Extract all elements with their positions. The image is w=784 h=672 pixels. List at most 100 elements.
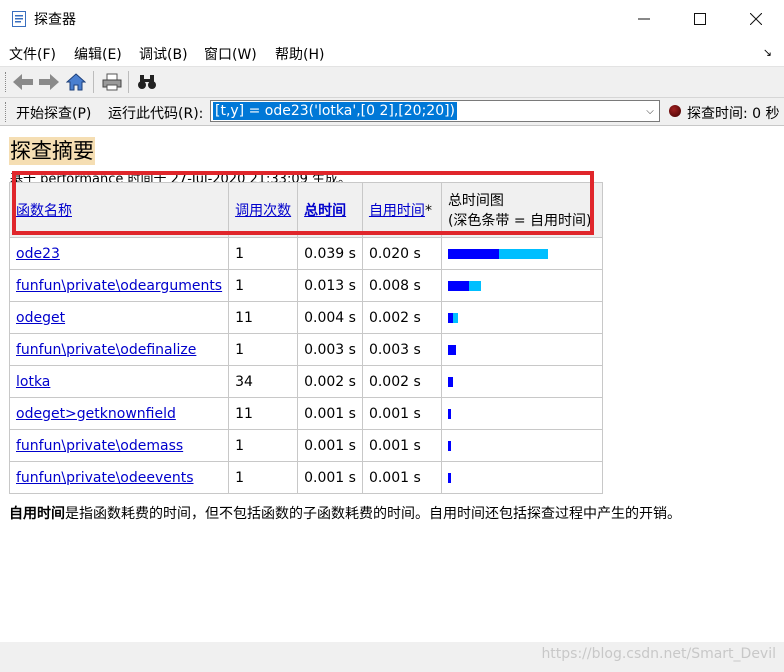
time-bar — [447, 344, 596, 355]
function-name-cell: lotka — [8, 365, 230, 398]
function-link[interactable]: odeget — [16, 310, 65, 326]
plot-header-line1: 总时间图 — [447, 193, 504, 209]
function-link[interactable]: ode23 — [16, 246, 60, 262]
runbar-grip[interactable] — [5, 102, 8, 122]
total-time-cell: 0.001 s — [297, 397, 363, 430]
function-link[interactable]: funfun\private\odefinalize — [16, 342, 196, 358]
self-time-footnote-mark: * — [424, 203, 432, 219]
time-plot-cell — [440, 429, 603, 462]
title-bar: 探查器 — [0, 0, 784, 38]
run-bar: 开始探查(P) 运行此代码(R): [t,y] = ode23('lotka',… — [0, 98, 784, 126]
menu-debug[interactable]: 调试(B) — [139, 44, 188, 64]
table-row: funfun\private\odefinalize 1 0.003 s 0.003 … — [8, 333, 603, 366]
self-time-cell: 0.002 s — [361, 301, 442, 334]
document-icon — [12, 11, 26, 27]
printer-icon — [102, 73, 122, 91]
chevron-down-icon[interactable]: ⌵ — [641, 101, 659, 121]
function-name-cell: funfun\private\odeevents — [8, 461, 230, 494]
calls-cell: 11 — [228, 397, 299, 430]
plot-header-line2: (深色条带 = 自用时间) — [447, 213, 592, 229]
children-time-bar — [468, 280, 481, 291]
menu-bar: 文件(F) 编辑(E) 调试(B) 窗口(W) 帮助(H) ↘ — [0, 38, 784, 67]
menu-help[interactable]: 帮助(H) — [275, 44, 324, 64]
minimize-icon — [638, 18, 650, 20]
function-link[interactable]: funfun\private\odeevents — [16, 470, 194, 486]
function-name-cell: funfun\private\odemass — [8, 429, 230, 462]
time-bar — [447, 312, 596, 323]
page-title: 探查摘要 — [9, 137, 95, 165]
code-combobox[interactable]: [t,y] = ode23('lotka',[0 2],[20;20]) ⌵ — [210, 100, 660, 122]
self-time-cell: 0.003 s — [361, 333, 442, 366]
function-link[interactable]: funfun\private\odemass — [16, 438, 183, 454]
back-button[interactable] — [12, 71, 34, 93]
function-name-cell: funfun\private\odearguments — [8, 269, 230, 302]
self-time-bar — [447, 248, 499, 259]
self-time-cell: 0.020 s — [361, 237, 442, 270]
self-time-cell: 0.001 s — [361, 397, 442, 430]
time-bar — [447, 280, 596, 291]
start-profiling-button[interactable]: 开始探查(P) — [16, 103, 91, 123]
header-function-name[interactable]: 函数名称 — [8, 182, 230, 238]
sort-by-self-time-link[interactable]: 自用时间 — [369, 203, 425, 219]
menu-file[interactable]: 文件(F) — [9, 44, 56, 64]
header-self-time[interactable]: 自用时间* — [361, 182, 442, 238]
code-input[interactable]: [t,y] = ode23('lotka',[0 2],[20;20]) — [213, 102, 458, 120]
time-plot-cell — [440, 301, 603, 334]
function-name-cell: odeget>getknownfield — [8, 397, 230, 430]
table-header-row: 函数名称 调用次数 总时间 自用时间* 总时间图 (深色条带 = 自用时间) — [8, 182, 603, 238]
header-calls[interactable]: 调用次数 — [228, 182, 299, 238]
footnote-text: 是指函数耗费的时间，但不包括函数的子函数耗费的时间。自用时间还包括探查过程中产生… — [65, 506, 681, 522]
status-bar: https://blog.csdn.net/Smart_Devil — [0, 642, 784, 672]
toolbar-grip[interactable] — [5, 72, 8, 92]
binoculars-icon — [138, 75, 156, 89]
menu-edit[interactable]: 编辑(E) — [74, 44, 122, 64]
time-bar — [447, 440, 596, 451]
table-row: ode23 1 0.039 s 0.020 s — [8, 237, 603, 270]
self-time-cell: 0.002 s — [361, 365, 442, 398]
children-time-bar — [452, 312, 458, 323]
find-button[interactable] — [136, 71, 158, 93]
table-row: lotka 34 0.002 s 0.002 s — [8, 365, 603, 398]
function-link[interactable]: lotka — [16, 374, 50, 390]
time-bar — [447, 472, 596, 483]
time-bar — [447, 376, 596, 387]
toolbar-separator — [93, 71, 94, 93]
time-bar — [447, 408, 596, 419]
header-total-time[interactable]: 总时间 — [297, 182, 363, 238]
sort-by-name-link[interactable]: 函数名称 — [16, 203, 72, 219]
table-row: odeget 11 0.004 s 0.002 s — [8, 301, 603, 334]
close-button[interactable] — [728, 0, 784, 38]
time-plot-cell — [440, 237, 603, 270]
print-button[interactable] — [101, 71, 123, 93]
menu-window[interactable]: 窗口(W) — [204, 44, 257, 64]
total-time-cell: 0.002 s — [297, 365, 363, 398]
function-link[interactable]: odeget>getknownfield — [16, 406, 176, 422]
function-link[interactable]: funfun\private\odearguments — [16, 278, 222, 294]
time-bar — [447, 248, 596, 259]
self-time-bar — [447, 280, 469, 291]
toolbar — [0, 67, 784, 98]
undock-arrow-icon[interactable]: ↘ — [763, 46, 772, 59]
calls-cell: 1 — [228, 461, 299, 494]
calls-cell: 1 — [228, 237, 299, 270]
total-time-cell: 0.039 s — [297, 237, 363, 270]
self-time-bar — [447, 344, 456, 355]
sort-by-total-time-link[interactable]: 总时间 — [304, 203, 346, 219]
sort-by-calls-link[interactable]: 调用次数 — [235, 203, 291, 219]
maximize-button[interactable] — [672, 0, 728, 38]
home-icon — [66, 73, 86, 91]
forward-button[interactable] — [38, 71, 60, 93]
time-plot-cell — [440, 461, 603, 494]
minimize-button[interactable] — [616, 0, 672, 38]
self-time-cell: 0.008 s — [361, 269, 442, 302]
home-button[interactable] — [65, 71, 87, 93]
window-title: 探查器 — [34, 12, 76, 28]
total-time-cell: 0.004 s — [297, 301, 363, 334]
time-plot-cell — [440, 333, 603, 366]
calls-cell: 1 — [228, 333, 299, 366]
children-time-bar — [498, 248, 548, 259]
calls-cell: 11 — [228, 301, 299, 334]
profile-time-label: 探查时间: 0 秒 — [687, 106, 780, 122]
table-row: funfun\private\odeevents 1 0.001 s 0.001 s — [8, 461, 603, 494]
back-arrow-icon — [13, 74, 33, 90]
